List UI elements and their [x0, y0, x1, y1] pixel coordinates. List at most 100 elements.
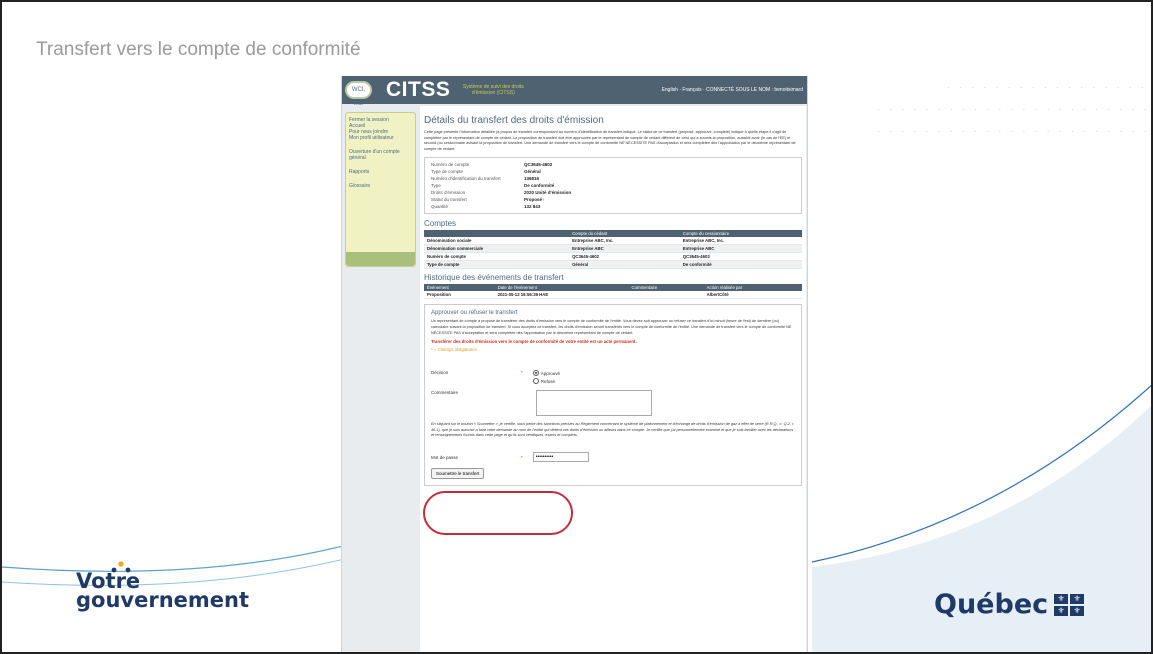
slide-title: Transfert vers le compte de conformité — [36, 39, 361, 60]
table-cell: Numéro de compte — [424, 252, 570, 262]
app-title: CITSS — [386, 78, 451, 101]
table-header: Compte du cédant — [569, 230, 680, 238]
detail-row: Droits d'émission 2020 Unité d'émission — [431, 189, 795, 196]
detail-row: Type de compte Général — [431, 168, 795, 175]
sidebar-item-open-account[interactable]: Ouverture d'un compte général — [349, 149, 412, 161]
detail-row: Statut du transfert Proposé? — [431, 196, 795, 203]
table-cell: Dénomination commerciale — [424, 244, 570, 254]
password-row: Mot de passe * — [431, 452, 795, 463]
detail-label: Type de compte — [431, 169, 464, 175]
required-star: * — [521, 370, 523, 376]
table-row: Dénomination commerciale Entreprise ABC En… — [424, 244, 802, 254]
detail-row: Numéro d'identification du transfert 1368… — [431, 175, 795, 182]
table-cell: De conformité — [679, 260, 802, 270]
transfer-details: Numéro de compte QC3645-4602 Type de comp… — [424, 157, 802, 215]
table-header: Date de l'événement — [494, 284, 629, 292]
decision-highlight-circle — [423, 491, 573, 535]
logo-dots-icon — [111, 561, 131, 573]
radio-button[interactable] — [532, 378, 539, 385]
detail-label: Numéro de compte — [431, 162, 470, 168]
radio-approve[interactable]: Approuvé — [532, 370, 561, 377]
table-cell: Entreprise ABC — [679, 244, 802, 254]
historique-table: Événement Date de l'événement Commentair… — [424, 284, 802, 300]
table-cell: Type de compte — [424, 260, 570, 270]
approve-title: Approuver ou refuser le transfert — [431, 310, 518, 317]
comptes-title: Comptes — [424, 219, 457, 229]
required-star: * — [521, 454, 523, 460]
radio-refuse-label: Refusé — [540, 378, 556, 384]
table-header: Commentaire — [628, 284, 704, 292]
table-header — [424, 230, 570, 238]
table-header-row: Compte du cédant Compte du cessionnaire — [424, 230, 802, 238]
table-cell: AlbertCôté — [703, 291, 802, 300]
submit-transfer-button[interactable]: Soumettre le transfert — [431, 468, 485, 480]
historique-title: Historique des événements de transfert — [424, 273, 564, 283]
detail-label: Quantité — [431, 204, 449, 210]
table-cell: QC3645-4603 — [679, 252, 802, 262]
comptes-table: Compte du cédant Compte du cessionnaire … — [424, 230, 802, 270]
table-row: Proposition 2021-05-12 16:56:39 HAE Albert… — [424, 291, 802, 300]
detail-value: 136816 — [524, 176, 540, 182]
detail-row: Type De conformité — [431, 182, 795, 189]
radio-button-selected[interactable] — [532, 370, 539, 377]
table-header: Action réalisée par — [703, 284, 802, 292]
table-row: Numéro de compte QC3645-4602 QC3645-4603 — [424, 252, 802, 262]
approve-section: Approuver ou refuser le transfert Un rep… — [424, 304, 802, 487]
page-heading: Détails du transfert des droits d'émissi… — [424, 115, 604, 126]
sidebar-item-profile[interactable]: Mon profil utilisateur — [349, 135, 412, 141]
decision-row: Décision * Approuvé Refusé — [431, 370, 795, 386]
logo-right-text: Québec — [934, 589, 1049, 620]
table-cell: Général — [569, 260, 680, 270]
detail-label: Droits d'émission — [431, 190, 466, 196]
comment-textarea[interactable] — [536, 390, 652, 417]
quebec-logo: Québec ⚜ ⚜ ⚜ ⚜ — [934, 589, 1085, 620]
app-subtitle: Système de suivi des droits d'émission (… — [462, 84, 524, 96]
comment-row: Commentaire — [431, 390, 795, 417]
detail-label: Statut du transfert — [431, 197, 467, 203]
password-input[interactable] — [532, 452, 589, 463]
fleurdelise-icon: ⚜ ⚜ ⚜ ⚜ — [1054, 593, 1085, 616]
table-cell: QC3645-4602 — [569, 252, 680, 262]
table-cell: Proposition — [424, 291, 495, 300]
detail-value: QC3645-4602 — [524, 162, 553, 168]
main-content: Détails du transfert des droits d'émissi… — [420, 106, 806, 652]
table-row: Type de compte Général De conformité — [424, 260, 802, 270]
radio-approve-label: Approuvé — [540, 370, 561, 376]
table-cell: Entreprise ABC — [569, 244, 680, 254]
app-header: WCI, Inc. CITSS Système de suivi des dro… — [342, 76, 807, 107]
sidebar-footer — [346, 252, 415, 266]
sidebar-item-reports[interactable]: Rapports — [349, 169, 412, 175]
table-row: Dénomination sociale Entreprise ABC, Inc.… — [424, 237, 802, 246]
password-label: Mot de passe — [431, 454, 459, 460]
detail-row: Numéro de compte QC3645-4602 — [431, 161, 795, 168]
decorative-dots: · · · · · · · · · · · · · · · · · · · · … — [877, 82, 1147, 137]
intro-text: Cette page présente l'information détail… — [424, 130, 796, 151]
sidebar: Fermer la session Accueil Pour nous join… — [345, 112, 416, 267]
votre-gouvernement-logo: Votre gouvernement — [76, 561, 250, 612]
sidebar-item-glossary[interactable]: Glossaire — [349, 183, 412, 189]
wci-logo[interactable]: WCI, Inc. — [345, 81, 372, 107]
attestation-text: En cliquant sur le bouton « Soumettre »,… — [431, 422, 795, 437]
detail-label: Type — [431, 183, 441, 189]
detail-label: Numéro d'identification du transfert — [431, 176, 501, 182]
table-cell — [628, 291, 704, 300]
detail-value: De conformité — [524, 183, 555, 189]
detail-value: 132 843 — [524, 204, 541, 210]
logo-left-line2: gouvernement — [76, 588, 250, 612]
help-icon[interactable]: ? — [542, 196, 544, 203]
detail-value: Proposé — [524, 197, 543, 203]
required-note: * = Champs obligatoires — [431, 347, 477, 353]
citss-screenshot: WCI, Inc. CITSS Système de suivi des dro… — [341, 76, 808, 652]
slide: Transfert vers le compte de conformité ·… — [0, 0, 1153, 654]
table-header: Événement — [424, 284, 495, 292]
table-cell: 2021-05-12 16:56:39 HAE — [494, 291, 629, 300]
approve-text: Un représentant de compte a proposé de t… — [431, 319, 792, 335]
detail-row: Quantité 132 843 — [431, 203, 795, 210]
table-cell: Entreprise ABC, Inc. — [679, 237, 802, 246]
table-header: Compte du cessionnaire — [679, 230, 802, 238]
header-links[interactable]: English · Français · CONNECTÉ SOUS LE NO… — [662, 87, 803, 93]
permanent-warning: Transférer des droits d'émission vers le… — [431, 339, 637, 345]
table-cell: Entreprise ABC, Inc. — [569, 237, 680, 246]
table-header-row: Événement Date de l'événement Commentair… — [424, 284, 802, 292]
radio-refuse[interactable]: Refusé — [532, 378, 560, 385]
